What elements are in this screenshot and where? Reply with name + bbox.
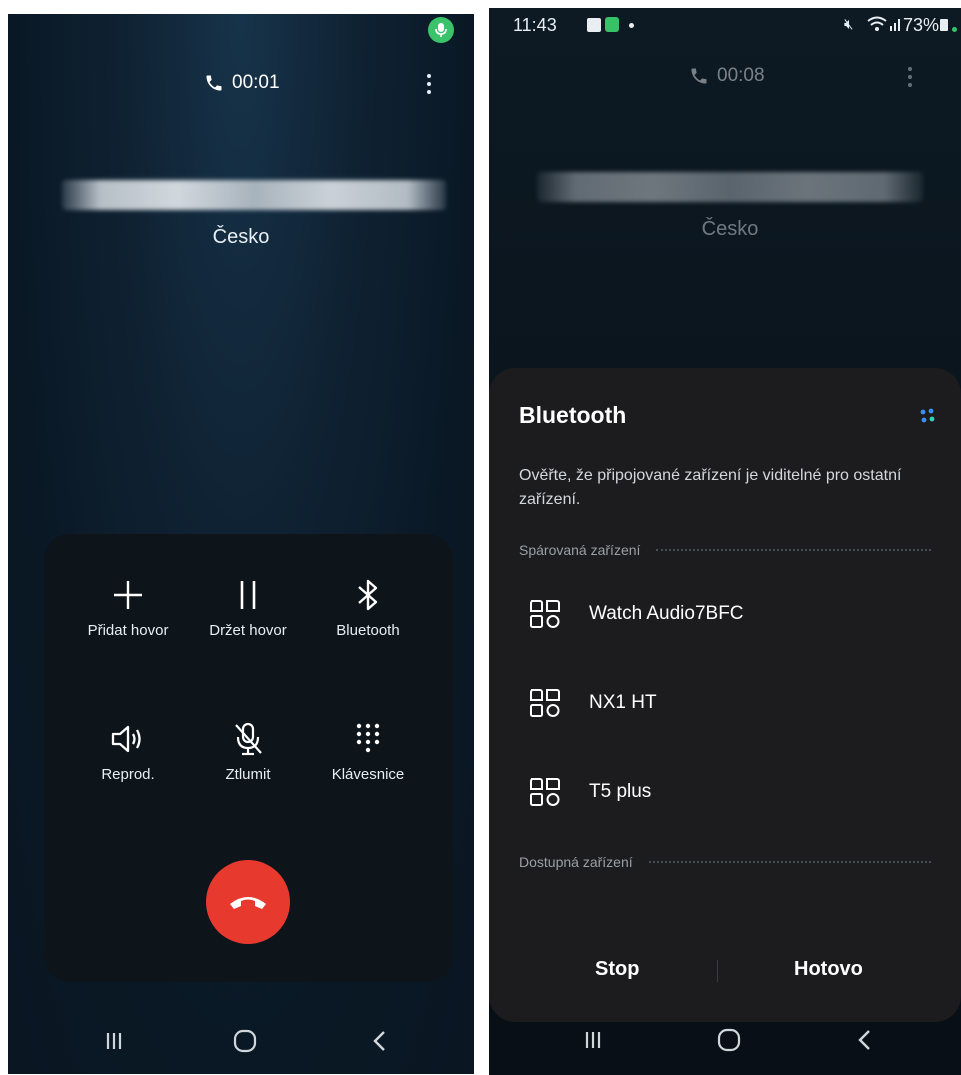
back-icon bbox=[858, 1030, 870, 1050]
stop-button[interactable]: Stop bbox=[595, 958, 639, 981]
call-screen-left: 00:01 Česko Přidat hovor Držet hovor Blu… bbox=[8, 14, 474, 1074]
device-name: NX1 HT bbox=[589, 692, 657, 713]
caller-number-redacted bbox=[537, 172, 923, 202]
mute-label: Ztlumit bbox=[225, 766, 271, 783]
hold-call-button[interactable]: Držet hovor bbox=[180, 574, 316, 639]
hold-call-label: Držet hovor bbox=[209, 622, 287, 639]
navigation-bar bbox=[489, 1011, 961, 1071]
status-time: 11:43 bbox=[513, 15, 557, 35]
keypad-button[interactable]: Klávesnice bbox=[300, 718, 436, 783]
device-name: T5 plus bbox=[589, 781, 652, 802]
recent-apps-button[interactable] bbox=[573, 1025, 613, 1055]
mic-indicator-icon bbox=[428, 17, 454, 43]
device-name: Watch Audio7BFC bbox=[589, 603, 744, 624]
paired-devices-label: Spárovaná zařízení bbox=[519, 542, 641, 558]
call-timer-text: 00:08 bbox=[717, 65, 765, 86]
app-notification-icon bbox=[605, 17, 619, 32]
more-notifications-icon bbox=[629, 23, 634, 28]
speaker-label: Reprod. bbox=[101, 766, 155, 783]
recent-apps-icon bbox=[106, 1033, 122, 1049]
home-icon bbox=[717, 1028, 741, 1052]
add-call-button[interactable]: Přidat hovor bbox=[60, 574, 196, 639]
back-button[interactable] bbox=[845, 1025, 885, 1055]
speaker-icon bbox=[111, 725, 141, 753]
mute-button[interactable]: Ztlumit bbox=[180, 718, 316, 783]
gallery-notification-icon bbox=[587, 18, 601, 32]
device-generic-icon bbox=[530, 600, 560, 628]
bluetooth-button[interactable]: Bluetooth bbox=[300, 574, 436, 639]
home-button[interactable] bbox=[225, 1026, 265, 1056]
pause-icon bbox=[240, 581, 256, 609]
plus-icon bbox=[114, 581, 142, 609]
call-timer: 00:01 bbox=[204, 72, 280, 94]
caller-country: Česko bbox=[701, 218, 759, 240]
call-timer-text: 00:01 bbox=[232, 72, 280, 93]
bluetooth-icon bbox=[358, 579, 378, 611]
call-timer: 00:08 bbox=[689, 65, 765, 87]
phone-icon bbox=[206, 75, 222, 91]
more-options-icon[interactable] bbox=[426, 74, 432, 94]
navigation-bar bbox=[8, 1012, 474, 1072]
scanning-spinner-icon bbox=[920, 408, 935, 423]
home-button[interactable] bbox=[709, 1025, 749, 1055]
available-devices-header: Dostupná zařízení bbox=[519, 854, 931, 870]
available-devices-label: Dostupná zařízení bbox=[519, 854, 633, 870]
bluetooth-sheet: Bluetooth Ověřte, že připojované zařízen… bbox=[489, 368, 961, 1022]
signal-icon bbox=[890, 19, 900, 31]
keypad-label: Klávesnice bbox=[331, 766, 405, 783]
sheet-title: Bluetooth bbox=[519, 402, 627, 428]
caller-country: Česko bbox=[212, 226, 270, 248]
keypad-icon bbox=[356, 723, 380, 753]
back-button[interactable] bbox=[360, 1026, 400, 1056]
bluetooth-label: Bluetooth bbox=[336, 622, 400, 639]
device-item[interactable]: Watch Audio7BFC bbox=[527, 594, 744, 634]
back-icon bbox=[373, 1031, 385, 1051]
wifi-icon bbox=[867, 16, 887, 31]
mic-off-icon bbox=[235, 722, 262, 756]
button-divider bbox=[717, 960, 718, 982]
sheet-description: Ověřte, že připojované zařízení je vidit… bbox=[519, 467, 902, 508]
recent-apps-icon bbox=[585, 1032, 601, 1048]
charging-dot-icon bbox=[952, 27, 957, 32]
add-call-label: Přidat hovor bbox=[87, 622, 169, 639]
caller-number-redacted bbox=[62, 180, 446, 210]
mute-status-icon: 🔇︎ bbox=[844, 16, 854, 33]
device-item[interactable]: NX1 HT bbox=[527, 683, 657, 723]
status-bar: 11:43 🔇︎ 73% bbox=[489, 8, 961, 40]
recent-apps-button[interactable] bbox=[94, 1026, 134, 1056]
device-generic-icon bbox=[530, 689, 560, 717]
done-button[interactable]: Hotovo bbox=[794, 958, 863, 981]
device-generic-icon bbox=[530, 778, 560, 806]
battery-percent: 73% bbox=[903, 15, 940, 35]
phone-icon bbox=[691, 68, 707, 84]
call-controls-panel: Přidat hovor Držet hovor Bluetooth Repro… bbox=[44, 534, 453, 982]
end-call-button[interactable] bbox=[206, 860, 290, 944]
paired-devices-header: Spárovaná zařízení bbox=[519, 542, 931, 558]
device-item[interactable]: T5 plus bbox=[527, 772, 651, 812]
end-call-icon bbox=[230, 897, 266, 909]
more-options-icon[interactable] bbox=[907, 67, 913, 87]
call-screen-right: 11:43 🔇︎ 73% 00:08 Česko Bluetooth Ověřt… bbox=[489, 8, 961, 1075]
battery-icon bbox=[940, 19, 948, 31]
home-icon bbox=[233, 1029, 257, 1053]
speaker-button[interactable]: Reprod. bbox=[60, 718, 196, 783]
